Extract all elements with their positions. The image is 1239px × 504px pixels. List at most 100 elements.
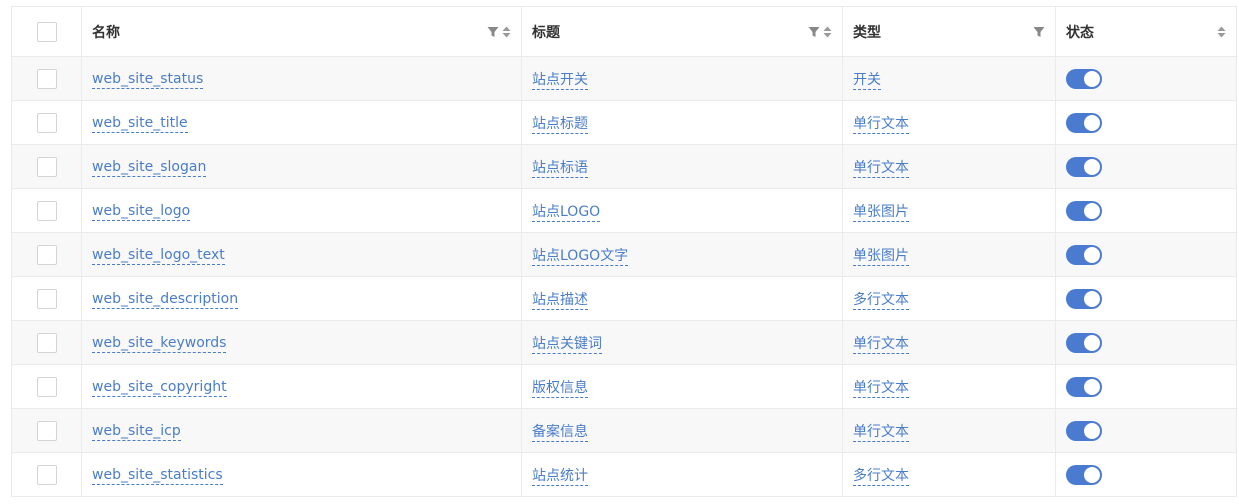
title-link[interactable]: 站点关键词 bbox=[532, 335, 602, 354]
row-select-cell bbox=[11, 232, 82, 277]
row-checkbox[interactable] bbox=[36, 420, 57, 441]
type-link[interactable]: 单行文本 bbox=[853, 115, 909, 134]
filter-icon[interactable] bbox=[808, 26, 820, 38]
type-link[interactable]: 单张图片 bbox=[853, 247, 909, 266]
type-link[interactable]: 单行文本 bbox=[853, 379, 909, 398]
toggle-knob bbox=[1084, 466, 1100, 483]
type-cell: 单行文本 bbox=[842, 364, 1056, 409]
type-cell: 开关 bbox=[842, 56, 1056, 101]
title-link[interactable]: 站点LOGO文字 bbox=[532, 247, 629, 266]
status-cell bbox=[1055, 144, 1237, 189]
table-row: web_site_description 站点描述 多行文本 bbox=[11, 276, 1237, 321]
sort-icon[interactable] bbox=[1217, 26, 1226, 38]
header-name: 名称 bbox=[81, 6, 522, 57]
type-link[interactable]: 开关 bbox=[853, 71, 881, 90]
row-checkbox[interactable] bbox=[36, 68, 57, 89]
name-link[interactable]: web_site_keywords bbox=[92, 334, 227, 353]
config-table-grid: 名称 标题 类型 状态 web_site_status 站点开关 开关 web_… bbox=[11, 6, 1237, 497]
toggle-knob bbox=[1084, 202, 1100, 219]
row-checkbox[interactable] bbox=[36, 112, 57, 133]
name-cell: web_site_copyright bbox=[81, 364, 522, 409]
status-toggle[interactable] bbox=[1066, 288, 1102, 309]
table-row: web_site_status 站点开关 开关 bbox=[11, 56, 1237, 101]
status-toggle[interactable] bbox=[1066, 464, 1102, 485]
table-row: web_site_logo_text 站点LOGO文字 单张图片 bbox=[11, 232, 1237, 277]
name-cell: web_site_keywords bbox=[81, 320, 522, 365]
name-link[interactable]: web_site_description bbox=[92, 290, 239, 309]
status-toggle[interactable] bbox=[1066, 68, 1102, 89]
row-select-cell bbox=[11, 144, 82, 189]
name-link[interactable]: web_site_copyright bbox=[92, 378, 227, 397]
header-type-label: 类型 bbox=[853, 24, 881, 41]
type-link[interactable]: 单行文本 bbox=[853, 335, 909, 354]
toggle-knob bbox=[1084, 422, 1100, 439]
row-checkbox[interactable] bbox=[36, 288, 57, 309]
row-select-cell bbox=[11, 364, 82, 409]
row-select-cell bbox=[11, 56, 82, 101]
table-row: web_site_statistics 站点统计 多行文本 bbox=[11, 452, 1237, 497]
type-link[interactable]: 单行文本 bbox=[853, 159, 909, 178]
title-cell: 备案信息 bbox=[521, 408, 843, 453]
name-link[interactable]: web_site_title bbox=[92, 114, 188, 133]
type-cell: 单行文本 bbox=[842, 100, 1056, 145]
toggle-knob bbox=[1084, 334, 1100, 351]
title-link[interactable]: 站点统计 bbox=[532, 467, 588, 486]
header-type: 类型 bbox=[842, 6, 1056, 57]
title-link[interactable]: 站点标语 bbox=[532, 159, 588, 178]
status-toggle[interactable] bbox=[1066, 376, 1102, 397]
table-row: web_site_icp 备案信息 单行文本 bbox=[11, 408, 1237, 453]
filter-icon[interactable] bbox=[1033, 26, 1045, 38]
row-checkbox[interactable] bbox=[36, 156, 57, 177]
name-cell: web_site_logo bbox=[81, 188, 522, 233]
table-row: web_site_keywords 站点关键词 单行文本 bbox=[11, 320, 1237, 365]
title-link[interactable]: 站点LOGO bbox=[532, 203, 601, 222]
title-link[interactable]: 站点标题 bbox=[532, 115, 588, 134]
name-cell: web_site_status bbox=[81, 56, 522, 101]
title-link[interactable]: 站点描述 bbox=[532, 291, 588, 310]
name-cell: web_site_icp bbox=[81, 408, 522, 453]
sort-icon[interactable] bbox=[502, 26, 511, 38]
title-link[interactable]: 备案信息 bbox=[532, 423, 588, 442]
type-link[interactable]: 单张图片 bbox=[853, 203, 909, 222]
status-toggle[interactable] bbox=[1066, 112, 1102, 133]
title-link[interactable]: 站点开关 bbox=[532, 71, 588, 90]
row-select-cell bbox=[11, 188, 82, 233]
status-cell bbox=[1055, 364, 1237, 409]
name-link[interactable]: web_site_logo bbox=[92, 202, 191, 221]
type-cell: 单行文本 bbox=[842, 408, 1056, 453]
status-toggle[interactable] bbox=[1066, 200, 1102, 221]
row-select-cell bbox=[11, 408, 82, 453]
type-link[interactable]: 单行文本 bbox=[853, 423, 909, 442]
status-cell bbox=[1055, 56, 1237, 101]
status-toggle[interactable] bbox=[1066, 156, 1102, 177]
name-link[interactable]: web_site_slogan bbox=[92, 158, 207, 177]
name-link[interactable]: web_site_icp bbox=[92, 422, 181, 441]
name-link[interactable]: web_site_statistics bbox=[92, 466, 223, 485]
status-toggle[interactable] bbox=[1066, 332, 1102, 353]
status-toggle[interactable] bbox=[1066, 420, 1102, 441]
name-link[interactable]: web_site_status bbox=[92, 70, 204, 89]
filter-icon[interactable] bbox=[487, 26, 499, 38]
toggle-knob bbox=[1084, 70, 1100, 87]
row-select-cell bbox=[11, 452, 82, 497]
type-link[interactable]: 多行文本 bbox=[853, 467, 909, 486]
status-toggle[interactable] bbox=[1066, 244, 1102, 265]
row-checkbox[interactable] bbox=[36, 376, 57, 397]
header-status: 状态 bbox=[1055, 6, 1237, 57]
name-link[interactable]: web_site_logo_text bbox=[92, 246, 225, 265]
row-checkbox[interactable] bbox=[36, 464, 57, 485]
row-checkbox[interactable] bbox=[36, 200, 57, 221]
select-all-checkbox[interactable] bbox=[36, 21, 57, 42]
type-cell: 单行文本 bbox=[842, 320, 1056, 365]
sort-icon[interactable] bbox=[823, 26, 832, 38]
table-body: web_site_status 站点开关 开关 web_site_title 站… bbox=[11, 56, 1237, 497]
table-row: web_site_slogan 站点标语 单行文本 bbox=[11, 144, 1237, 189]
row-checkbox[interactable] bbox=[36, 332, 57, 353]
name-cell: web_site_description bbox=[81, 276, 522, 321]
title-cell: 站点标语 bbox=[521, 144, 843, 189]
title-link[interactable]: 版权信息 bbox=[532, 379, 588, 398]
row-checkbox[interactable] bbox=[36, 244, 57, 265]
title-cell: 站点开关 bbox=[521, 56, 843, 101]
name-cell: web_site_slogan bbox=[81, 144, 522, 189]
type-link[interactable]: 多行文本 bbox=[853, 291, 909, 310]
